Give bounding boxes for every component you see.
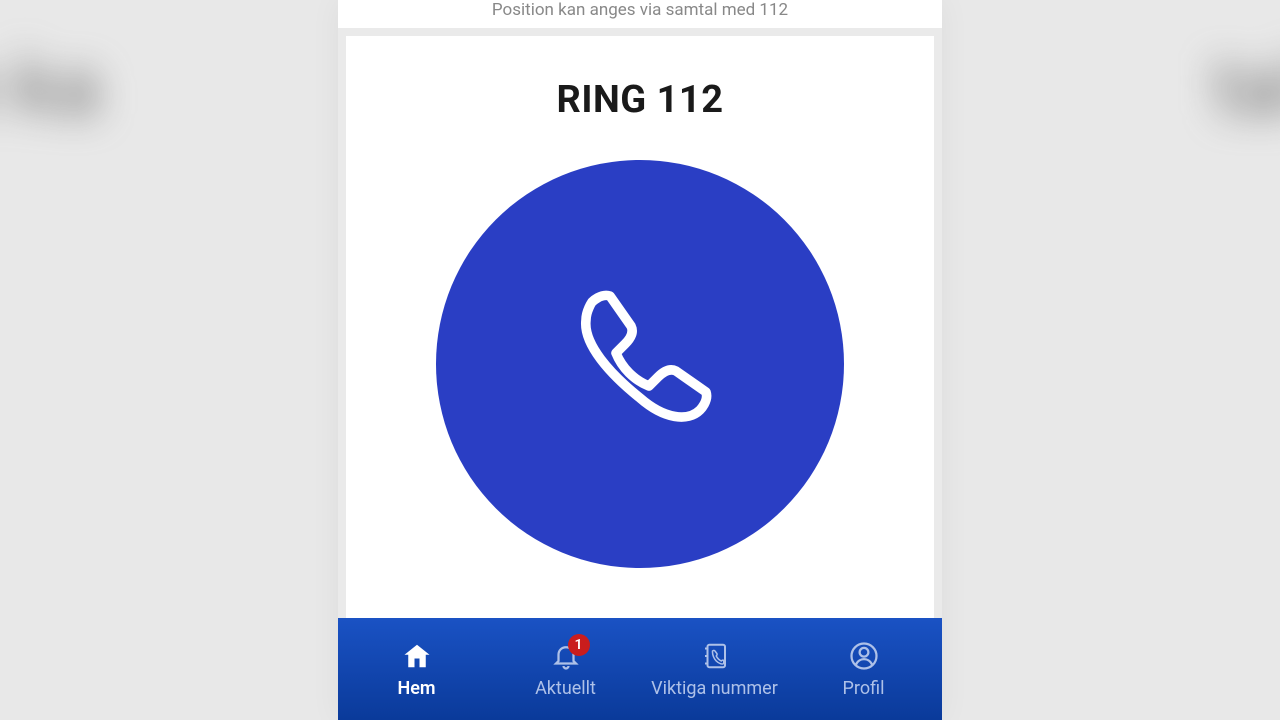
call-title: RING 112 [556, 78, 723, 122]
tab-numbers-label: Viktiga nummer [651, 678, 778, 699]
home-icon [401, 640, 433, 672]
call-card: RING 112 [346, 36, 934, 618]
tab-bar: Hem 1 Aktuellt Vikt [338, 618, 942, 720]
notification-badge: 1 [568, 634, 590, 656]
tab-current-label: Aktuellt [535, 678, 596, 699]
tab-home-label: Hem [397, 678, 435, 699]
tab-profile[interactable]: Profil [789, 640, 938, 699]
profile-icon [848, 640, 880, 672]
phone-icon [550, 272, 730, 456]
phone-frame: Position kan anges via samtal med 112 RI… [338, 0, 942, 720]
position-hint-text: Position kan anges via samtal med 112 [338, 0, 942, 28]
tab-profile-label: Profil [843, 678, 885, 699]
tab-home[interactable]: Hem [342, 640, 491, 699]
call-112-button[interactable] [436, 160, 844, 568]
tab-numbers[interactable]: Viktiga nummer [640, 640, 789, 699]
tab-current[interactable]: 1 Aktuellt [491, 640, 640, 699]
contacts-icon [699, 640, 731, 672]
